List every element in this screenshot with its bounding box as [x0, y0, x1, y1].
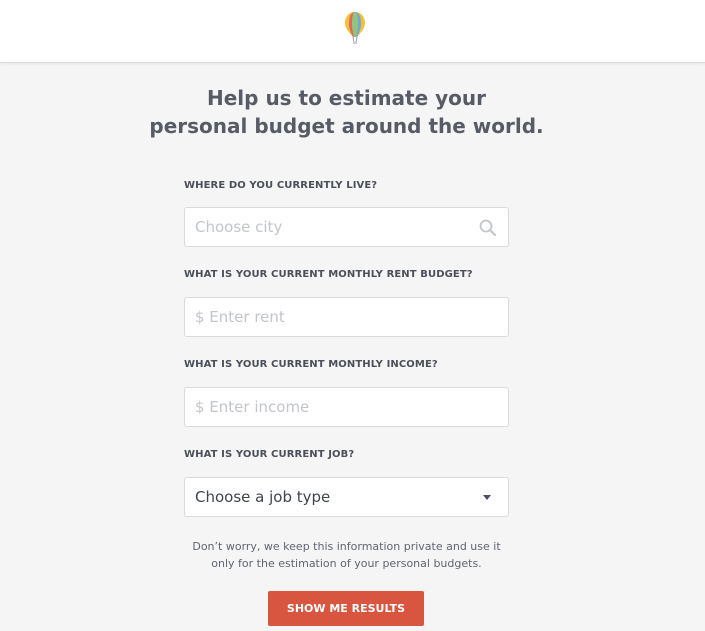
rent-label: WHAT IS YOUR CURRENT MONTHLY RENT BUDGET… — [184, 269, 473, 280]
job-select-value[interactable]: Choose a job type — [185, 478, 508, 516]
rent-field[interactable] — [184, 297, 509, 337]
job-select[interactable]: Choose a job type — [184, 477, 509, 517]
top-bar — [0, 0, 705, 63]
privacy-note-line-1: Don’t worry, we keep this information pr… — [192, 540, 501, 553]
income-label: WHAT IS YOUR CURRENT MONTHLY INCOME? — [184, 359, 438, 370]
caret-down-icon[interactable] — [483, 495, 491, 500]
show-results-button[interactable]: SHOW ME RESULTS — [268, 591, 424, 626]
income-input[interactable] — [185, 388, 508, 426]
city-input[interactable] — [185, 208, 508, 246]
job-label: WHAT IS YOUR CURRENT JOB? — [184, 449, 355, 460]
income-field[interactable] — [184, 387, 509, 427]
page-title-line-2: personal budget around the world. — [149, 114, 544, 138]
page-title-line-1: Help us to estimate your — [207, 86, 486, 110]
privacy-note: Don’t worry, we keep this information pr… — [184, 538, 509, 572]
search-icon[interactable] — [479, 219, 496, 236]
rent-input[interactable] — [185, 298, 508, 336]
privacy-note-line-2: only for the estimation of your personal… — [211, 557, 482, 570]
city-field[interactable] — [184, 207, 509, 247]
page-title: Help us to estimate your personal budget… — [0, 84, 693, 140]
city-label: WHERE DO YOU CURRENTLY LIVE? — [184, 180, 378, 191]
hot-air-balloon-icon[interactable] — [343, 11, 367, 47]
